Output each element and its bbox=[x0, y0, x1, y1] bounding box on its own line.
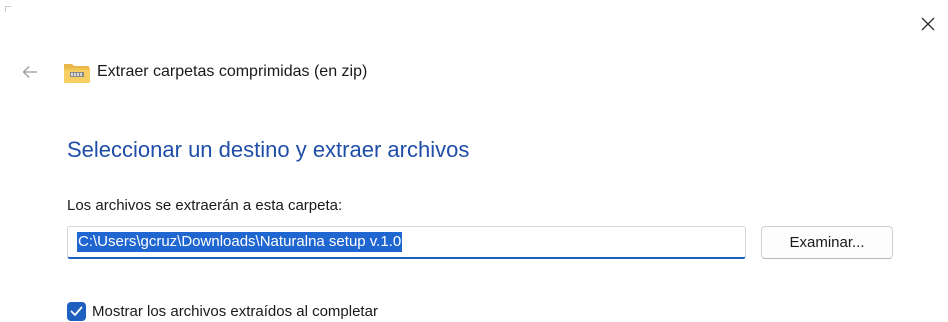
dialog-title: Extraer carpetas comprimidas (en zip) bbox=[97, 63, 368, 80]
close-button[interactable] bbox=[912, 10, 944, 38]
zip-folder-icon bbox=[64, 64, 90, 83]
destination-path-input[interactable]: C:\Users\gcruz\Downloads\Naturalna setup… bbox=[67, 226, 746, 259]
back-button[interactable] bbox=[18, 60, 42, 84]
show-extracted-label: Mostrar los archivos extraídos al comple… bbox=[92, 302, 378, 320]
destination-path-value: C:\Users\gcruz\Downloads\Naturalna setup… bbox=[77, 232, 403, 252]
checkmark-icon bbox=[70, 306, 83, 316]
show-extracted-checkbox[interactable] bbox=[67, 301, 86, 321]
section-heading: Seleccionar un destino y extraer archivo… bbox=[67, 137, 470, 162]
destination-label: Los archivos se extraerán a esta carpeta… bbox=[67, 197, 343, 214]
browse-button[interactable]: Examinar... bbox=[761, 226, 893, 259]
nav-row: Extraer carpetas comprimidas (en zip) bbox=[0, 56, 948, 88]
show-extracted-option[interactable]: Mostrar los archivos extraídos al comple… bbox=[67, 300, 378, 322]
back-arrow-icon bbox=[22, 66, 37, 78]
window-corner-decoration bbox=[5, 6, 11, 12]
extract-dialog: Extraer carpetas comprimidas (en zip) Se… bbox=[0, 0, 948, 322]
close-icon bbox=[921, 17, 935, 31]
